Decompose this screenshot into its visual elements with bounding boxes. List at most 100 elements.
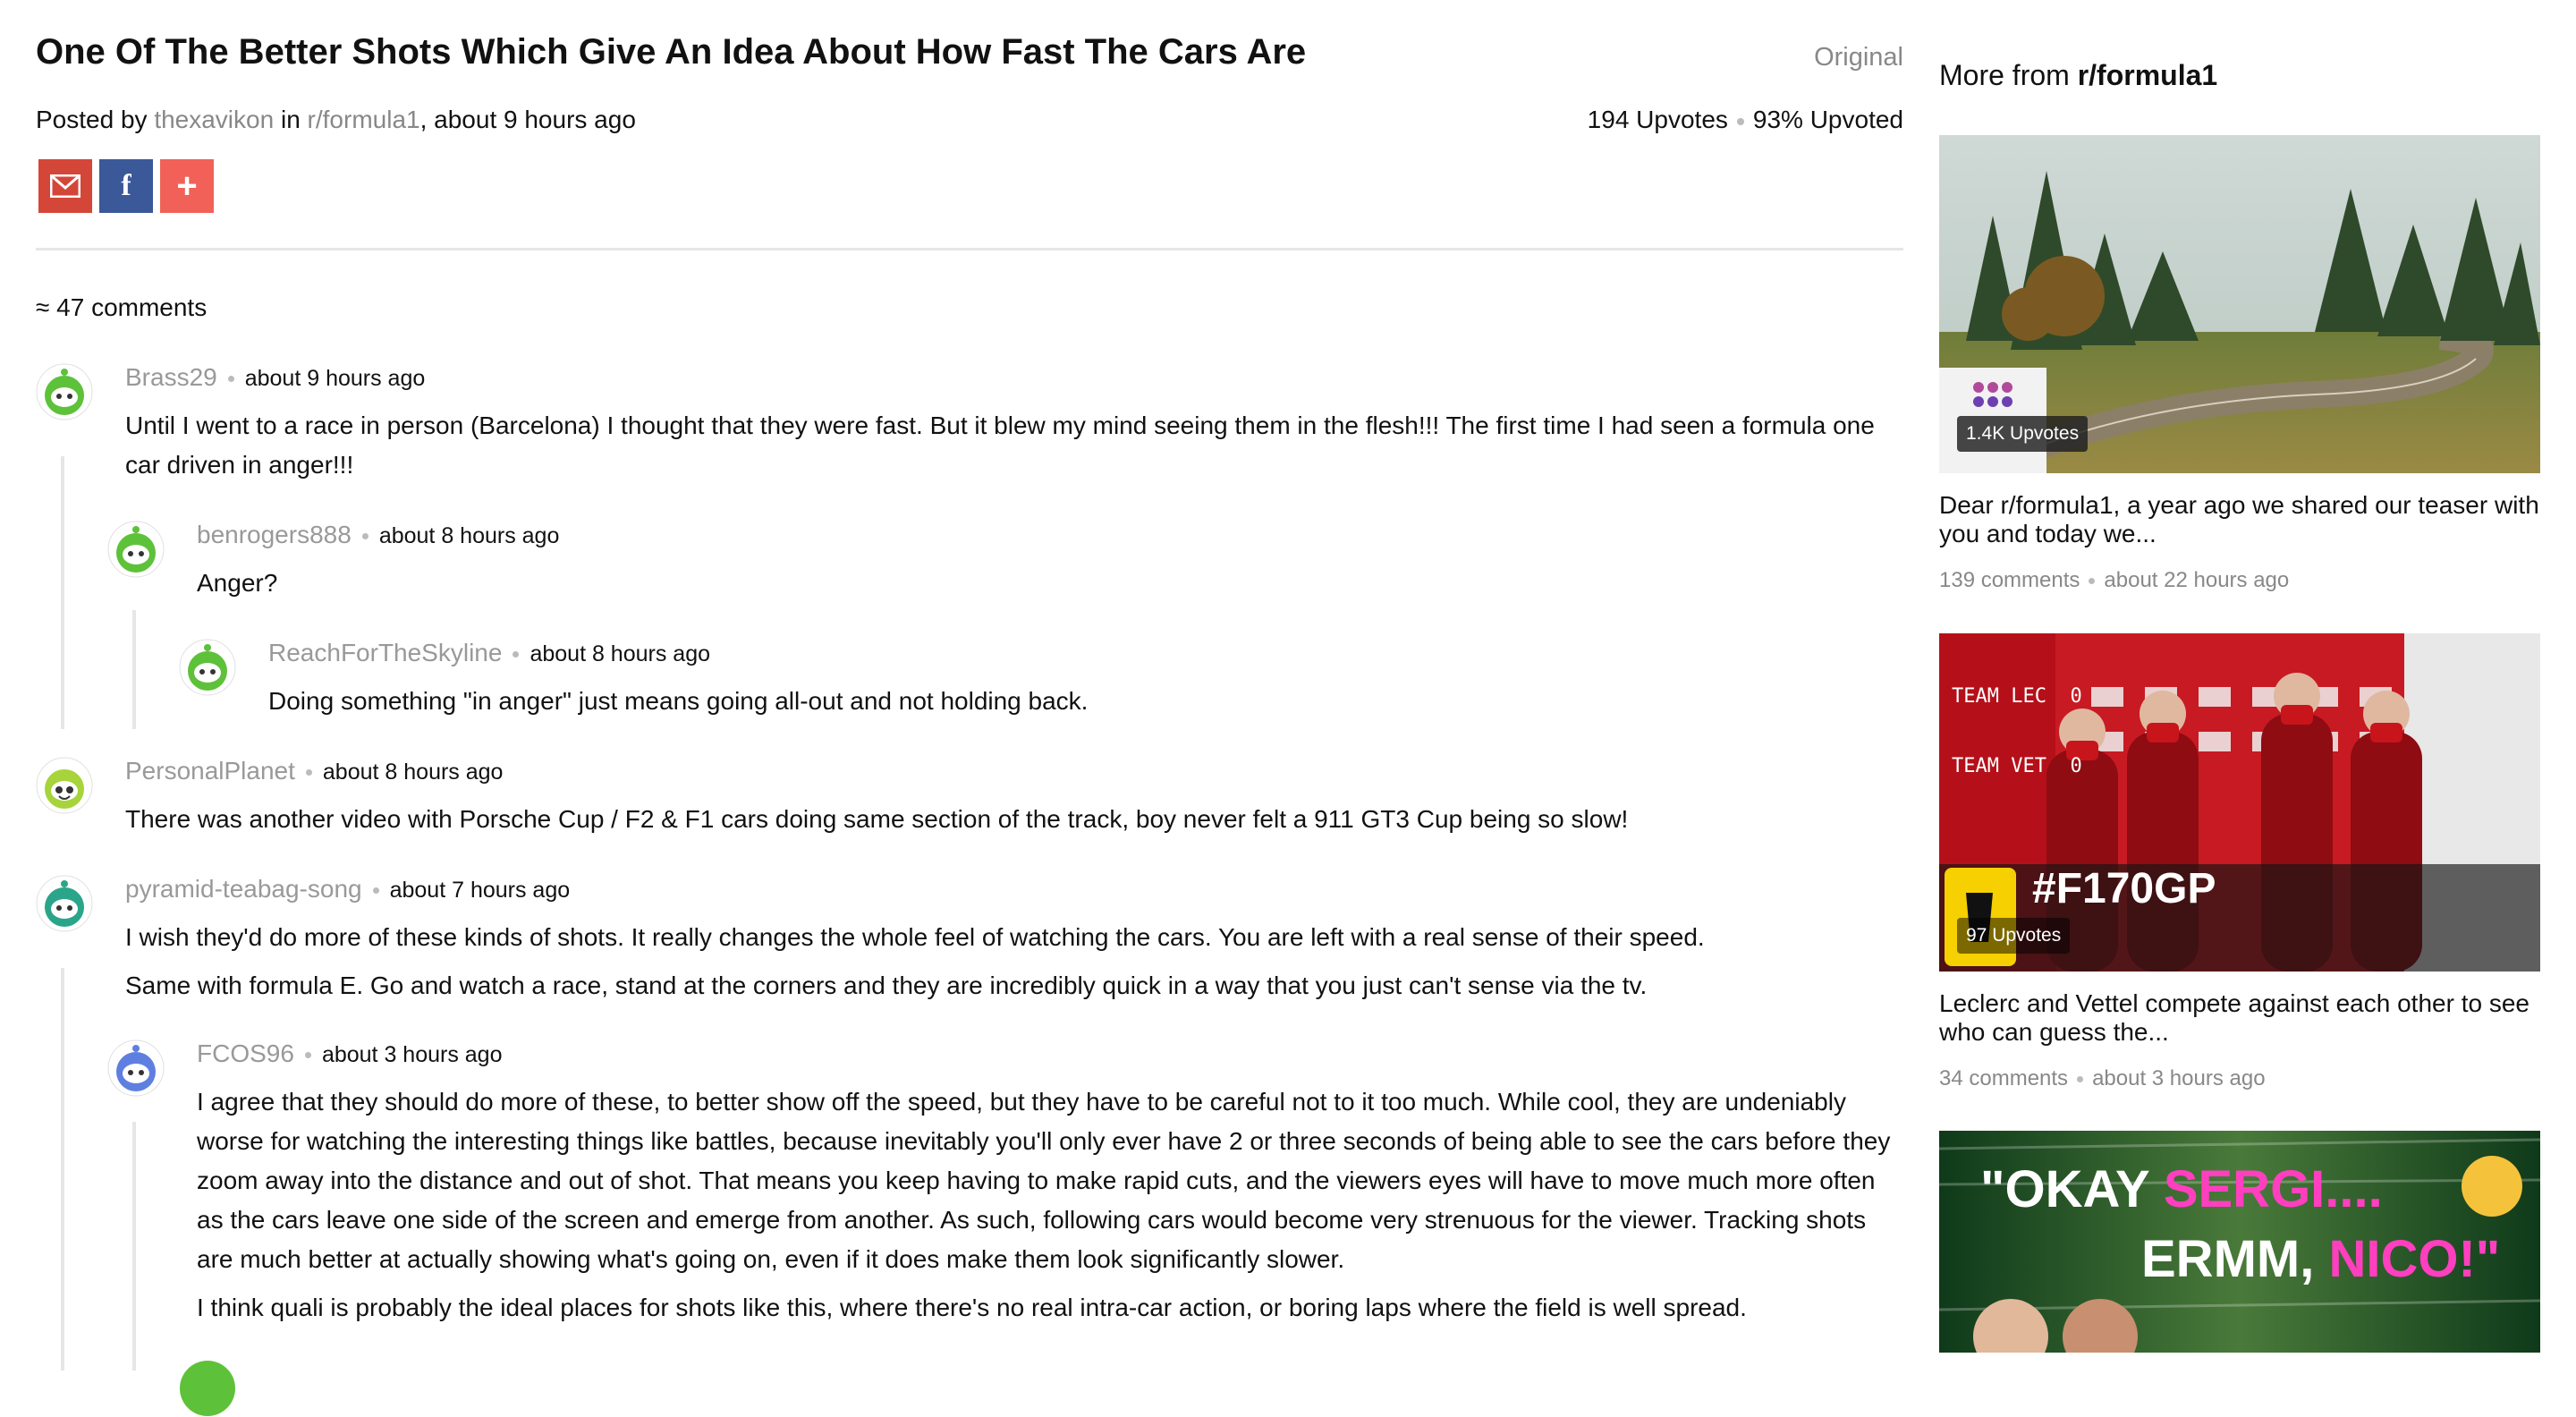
more-share-button[interactable]: +: [160, 159, 214, 213]
post-thumbnail[interactable]: TEAM LEC 0 TEAM VET 0 #F170GP 97 Upvotes: [1939, 633, 2540, 972]
post-time: about 22 hours ago: [2104, 568, 2290, 592]
post-meta: Posted by thexavikon in r/formula1, abou…: [36, 106, 636, 134]
comment-body: I wish they'd do more of these kinds of …: [125, 918, 1905, 1014]
sidebar-heading: More from r/formula1: [1939, 59, 2217, 92]
comment-username[interactable]: PersonalPlanet: [125, 757, 295, 785]
comment-username[interactable]: benrogers888: [197, 521, 352, 548]
separator-dot: [305, 769, 312, 776]
banner-text: "OKAY: [1980, 1160, 2164, 1218]
related-post-meta: 139 comments about 22 hours ago: [1939, 568, 2289, 593]
comment-header: ReachForTheSkyline about 8 hours ago: [268, 639, 710, 667]
divider: [36, 248, 1903, 250]
separator-dot: [1736, 117, 1744, 125]
comment-text: Same with formula E. Go and watch a race…: [125, 972, 1648, 999]
gmail-icon: [50, 174, 80, 198]
avatar: [36, 363, 93, 420]
upvote-badge: 97 Upvotes: [1957, 918, 2071, 954]
share-buttons: f +: [38, 159, 214, 213]
upvoted-percent: 93% Upvoted: [1752, 106, 1903, 133]
comment-body: Anger?: [197, 564, 1896, 612]
avatar: [107, 1039, 165, 1097]
score-line: TEAM LEC 0: [1952, 685, 2082, 708]
author-link[interactable]: thexavikon: [154, 106, 274, 133]
subreddit-link[interactable]: r/formula1: [308, 106, 420, 133]
comment-text: I wish they'd do more of these kinds of …: [125, 923, 1705, 951]
comment-body: Doing something "in anger" just means go…: [268, 682, 1896, 730]
comment-time: about 8 hours ago: [322, 759, 504, 785]
comment-header: FCOS96 about 3 hours ago: [197, 1039, 503, 1068]
comment-time: about 8 hours ago: [530, 641, 711, 666]
comment-body: I agree that they should do more of thes…: [197, 1082, 1896, 1336]
post-time: about 3 hours ago: [2092, 1066, 2266, 1090]
comment-text: Until I went to a race in person (Barcel…: [125, 412, 1875, 479]
comment-time: about 7 hours ago: [389, 878, 571, 903]
comment-time: about 8 hours ago: [378, 523, 560, 548]
comment-header: pyramid-teabag-song about 7 hours ago: [125, 875, 570, 904]
comment-text: I think quali is probably the ideal plac…: [197, 1294, 1747, 1321]
banner-line-1: "OKAY SERGI....: [1980, 1159, 2383, 1219]
hashtag-overlay: #F170GP: [2032, 865, 2216, 912]
thread-line: [61, 968, 64, 1370]
related-post-card[interactable]: 1.4K Upvotes Dear r/formula1, a year ago…: [1939, 135, 2540, 592]
post-stats: 194 Upvotes 93% Upvoted: [1588, 106, 1903, 134]
related-post-meta: 34 comments about 3 hours ago: [1939, 1066, 2266, 1091]
avatar: [179, 639, 236, 696]
comment-count: ≈ 47 comments: [36, 293, 208, 321]
comment-header: Brass29 about 9 hours ago: [125, 363, 425, 392]
thread-line: [132, 610, 136, 729]
avatar: [36, 875, 93, 932]
separator-dot: [304, 1052, 311, 1059]
comment-body: There was another video with Porsche Cup…: [125, 800, 1905, 848]
avatar: [107, 521, 165, 578]
in-label: in: [280, 106, 301, 133]
upvote-badge: 1.4K Upvotes: [1957, 416, 2089, 452]
banner-text: ERMM,: [2141, 1230, 2329, 1288]
upvote-count: 194 Upvotes: [1587, 106, 1728, 133]
avatar: [180, 1361, 235, 1416]
plus-icon: +: [176, 165, 198, 206]
thread-line: [61, 456, 64, 729]
sidebar-heading-prefix: More from: [1939, 59, 2070, 91]
banner-text-highlight: NICO!": [2328, 1230, 2501, 1288]
separator-dot: [2077, 1076, 2084, 1083]
post-thumbnail[interactable]: 1.4K Upvotes: [1939, 135, 2540, 473]
banner-text-highlight: SERGI....: [2163, 1160, 2383, 1218]
comment-time: about 9 hours ago: [244, 366, 426, 391]
related-post-card[interactable]: "OKAY SERGI.... ERMM, NICO!": [1939, 1131, 2540, 1353]
comment-time: about 3 hours ago: [321, 1042, 503, 1067]
comment-text: Doing something "in anger" just means go…: [268, 687, 1089, 715]
separator-dot: [2089, 578, 2096, 585]
separator-dot: [361, 533, 369, 540]
comment-text: Anger?: [197, 569, 278, 597]
post-title: One Of The Better Shots Which Give An Id…: [36, 32, 1307, 72]
comment-username[interactable]: pyramid-teabag-song: [125, 875, 362, 903]
avatar: [36, 757, 93, 814]
comment-username[interactable]: Brass29: [125, 363, 217, 391]
comment-username[interactable]: ReachForTheSkyline: [268, 639, 502, 666]
comment-text: There was another video with Porsche Cup…: [125, 805, 1629, 833]
gmail-share-button[interactable]: [38, 159, 92, 213]
banner-line-2: ERMM, NICO!": [2141, 1229, 2500, 1289]
separator-dot: [227, 376, 234, 383]
comment-body: Until I went to a race in person (Barcel…: [125, 406, 1905, 494]
comment-header: benrogers888 about 8 hours ago: [197, 521, 559, 549]
related-post-title[interactable]: Leclerc and Vettel compete against each …: [1939, 989, 2540, 1047]
comment-count: 139 comments: [1939, 568, 2080, 592]
separator-dot: [513, 651, 520, 658]
thread-line: [132, 1122, 136, 1370]
posted-by-label: Posted by: [36, 106, 148, 133]
post-time: , about 9 hours ago: [419, 106, 636, 133]
related-post-title[interactable]: Dear r/formula1, a year ago we shared ou…: [1939, 491, 2540, 548]
comment-count: 34 comments: [1939, 1066, 2069, 1090]
page: One Of The Better Shots Which Give An Id…: [0, 0, 2576, 1416]
facebook-share-button[interactable]: f: [99, 159, 153, 213]
original-link[interactable]: Original: [1814, 43, 1903, 72]
post-thumbnail[interactable]: "OKAY SERGI.... ERMM, NICO!": [1939, 1131, 2540, 1353]
sidebar-subreddit-link[interactable]: r/formula1: [2078, 59, 2217, 91]
score-overlay: TEAM LEC 0 TEAM VET 0: [1952, 639, 2082, 825]
score-line: TEAM VET 0: [1952, 755, 2082, 777]
related-post-card[interactable]: TEAM LEC 0 TEAM VET 0 #F170GP 97 Upvotes…: [1939, 633, 2540, 1090]
comment-text: I agree that they should do more of thes…: [197, 1088, 1891, 1273]
facebook-icon: f: [121, 169, 131, 202]
comment-username[interactable]: FCOS96: [197, 1039, 294, 1067]
